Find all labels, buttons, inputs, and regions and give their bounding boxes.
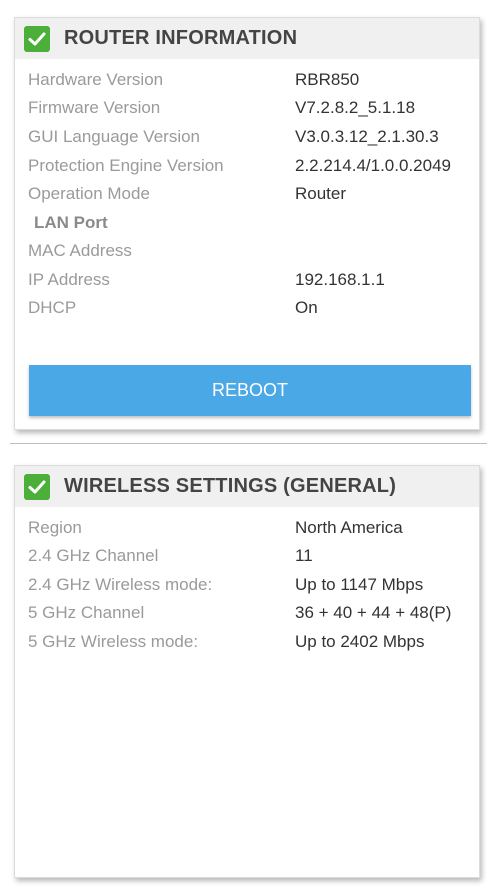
info-row-mac-address: MAC Address (28, 241, 479, 269)
info-value: V3.0.3.12_2.1.30.3 (295, 127, 439, 146)
info-value: Router (295, 184, 347, 203)
info-label: IP Address (28, 270, 110, 289)
info-label: Protection Engine Version (28, 156, 224, 175)
info-value: RBR850 (295, 70, 360, 89)
wireless-settings-header: WIRELESS SETTINGS (GENERAL) (15, 466, 479, 507)
info-row-operation-mode: Operation Mode Router (28, 184, 479, 212)
info-value: 11 (295, 546, 313, 565)
info-label: MAC Address (28, 241, 132, 260)
info-value: On (295, 298, 318, 317)
info-label: Operation Mode (28, 184, 150, 203)
info-label: Hardware Version (28, 70, 164, 89)
info-row-24ghz-wireless-mode: 2.4 GHz Wireless mode: Up to 1147 Mbps (28, 575, 479, 603)
info-row-firmware-version: Firmware Version V7.2.8.2_5.1.18 (28, 98, 479, 126)
info-label: 5 GHz Channel (28, 603, 145, 622)
info-label: 2.4 GHz Channel (28, 546, 159, 565)
info-row-gui-language-version: GUI Language Version V3.0.3.12_2.1.30.3 (28, 127, 479, 155)
info-label: Region (28, 518, 82, 537)
info-value: 36 + 40 + 44 + 48(P) (295, 603, 452, 622)
info-row-region: Region North America (28, 518, 479, 546)
info-row-hardware-version: Hardware Version RBR850 (28, 70, 479, 98)
router-information-title: ROUTER INFORMATION (64, 27, 298, 49)
info-row-protection-engine-version: Protection Engine Version 2.2.214.4/1.0.… (28, 156, 479, 184)
info-value: Up to 1147 Mbps (295, 575, 424, 594)
info-row-dhcp: DHCP On (28, 298, 479, 326)
wireless-settings-panel: WIRELESS SETTINGS (GENERAL) Region North… (14, 465, 480, 878)
reboot-button[interactable]: REBOOT (29, 365, 471, 416)
info-value: 192.168.1.1 (295, 270, 385, 289)
info-value: Up to 2402 Mbps (295, 632, 425, 651)
info-row-ip-address: IP Address 192.168.1.1 (28, 270, 479, 298)
info-value: 2.2.214.4/1.0.0.2049 (295, 156, 451, 175)
info-row-5ghz-channel: 5 GHz Channel 36 + 40 + 44 + 48(P) (28, 603, 479, 631)
lan-port-heading: LAN Port (34, 213, 108, 232)
checkmark-icon (24, 473, 50, 500)
info-label: GUI Language Version (28, 127, 201, 146)
info-value: V7.2.8.2_5.1.18 (295, 98, 416, 117)
section-divider (10, 443, 487, 444)
info-row-24ghz-channel: 2.4 GHz Channel 11 (28, 546, 479, 574)
info-label: Firmware Version (28, 98, 161, 117)
wireless-settings-title: WIRELESS SETTINGS (GENERAL) (64, 475, 397, 497)
info-label: 5 GHz Wireless mode: (28, 632, 199, 651)
info-label: DHCP (28, 298, 77, 317)
info-value: North America (295, 518, 403, 537)
info-row-5ghz-wireless-mode: 5 GHz Wireless mode: Up to 2402 Mbps (28, 632, 479, 660)
router-information-header: ROUTER INFORMATION (15, 18, 479, 59)
checkmark-icon (24, 25, 50, 52)
info-label: 2.4 GHz Wireless mode: (28, 575, 213, 594)
router-information-panel: ROUTER INFORMATION Hardware Version RBR8… (14, 17, 480, 430)
